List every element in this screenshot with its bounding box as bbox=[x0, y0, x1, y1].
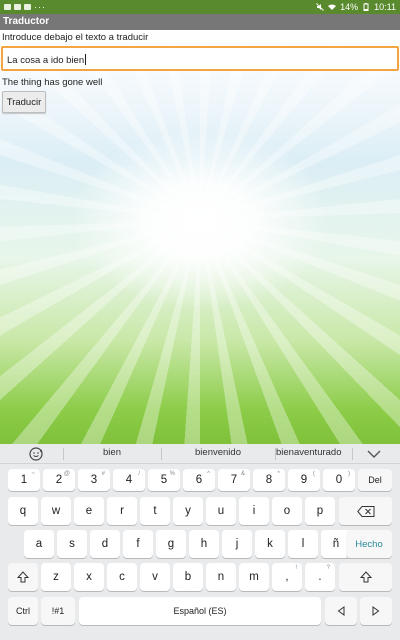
key-e[interactable]: e bbox=[74, 497, 104, 525]
input-text: La cosa a ido bien bbox=[7, 55, 85, 66]
key-j[interactable]: j bbox=[222, 530, 252, 558]
key-8[interactable]: 8 * bbox=[253, 469, 285, 491]
suggestion-1[interactable]: bien bbox=[64, 447, 160, 458]
suggestion-2[interactable]: bienvenido bbox=[162, 447, 274, 458]
key-g[interactable]: g bbox=[156, 530, 186, 558]
more-notifications-icon: ··· bbox=[34, 2, 46, 12]
key-5[interactable]: 5% bbox=[148, 469, 180, 491]
key-7[interactable]: 7 & bbox=[218, 469, 250, 491]
cursor-left-key[interactable] bbox=[325, 597, 357, 625]
shift-icon bbox=[359, 571, 372, 583]
key-q[interactable]: q bbox=[8, 497, 38, 525]
keyboard: bien bienvenido bienaventurado 1 ~ 2 @ 3 # … bbox=[0, 444, 400, 640]
translation-result: The thing has gone well bbox=[2, 77, 103, 88]
emoji-refresh-icon[interactable] bbox=[28, 446, 44, 462]
key-l[interactable]: l bbox=[288, 530, 318, 558]
key-0[interactable]: 0) bbox=[323, 469, 355, 491]
ctrl-key[interactable]: Ctrl bbox=[8, 597, 38, 625]
suggestion-3[interactable]: bienaventurado bbox=[276, 447, 342, 458]
key-p[interactable]: p bbox=[305, 497, 335, 525]
app-title: Traductor bbox=[0, 14, 400, 30]
symbols-key[interactable]: !#1 bbox=[41, 597, 75, 625]
arrow-right-icon bbox=[372, 606, 380, 616]
key-t[interactable]: t bbox=[140, 497, 170, 525]
key-comma[interactable]: ,! bbox=[272, 563, 302, 591]
key-b[interactable]: b bbox=[173, 563, 203, 591]
translate-button[interactable]: Traducir bbox=[2, 91, 46, 113]
key-3[interactable]: 3 # bbox=[78, 469, 110, 491]
key-k[interactable]: k bbox=[255, 530, 285, 558]
key-d[interactable]: d bbox=[90, 530, 120, 558]
key-a[interactable]: a bbox=[24, 530, 54, 558]
clock: 10:11 bbox=[374, 2, 396, 12]
key-o[interactable]: o bbox=[272, 497, 302, 525]
notification-icon bbox=[24, 4, 31, 10]
notification-icons: ··· bbox=[4, 2, 46, 12]
status-bar: ··· 14% 10:11 bbox=[0, 0, 400, 14]
shift-key-left[interactable] bbox=[8, 563, 38, 591]
instruction-label: Introduce debajo el texto a traducir bbox=[2, 32, 149, 43]
notification-icon bbox=[4, 4, 11, 10]
key-period[interactable]: .? bbox=[305, 563, 335, 591]
notification-icon bbox=[14, 4, 21, 10]
arrow-left-icon bbox=[337, 606, 345, 616]
key-f[interactable]: f bbox=[123, 530, 153, 558]
key-2[interactable]: 2 @ bbox=[43, 469, 75, 491]
chevron-down-icon[interactable] bbox=[366, 448, 382, 460]
key-i[interactable]: i bbox=[239, 497, 269, 525]
suggestion-bar: bien bienvenido bienaventurado bbox=[0, 444, 400, 464]
key-r[interactable]: r bbox=[107, 497, 137, 525]
key-v[interactable]: v bbox=[140, 563, 170, 591]
cursor-right-key[interactable] bbox=[360, 597, 392, 625]
done-key[interactable]: Hecho bbox=[346, 530, 392, 558]
key-9[interactable]: 9( bbox=[288, 469, 320, 491]
text-cursor bbox=[85, 54, 87, 65]
mute-icon bbox=[316, 3, 324, 11]
key-6[interactable]: 6 ^ bbox=[183, 469, 215, 491]
key-w[interactable]: w bbox=[41, 497, 71, 525]
key-z[interactable]: z bbox=[41, 563, 71, 591]
key-x[interactable]: x bbox=[74, 563, 104, 591]
key-4[interactable]: 4/ bbox=[113, 469, 145, 491]
key-h[interactable]: h bbox=[189, 530, 219, 558]
shift-key-right[interactable] bbox=[339, 563, 392, 591]
source-text-input[interactable]: La cosa a ido bien bbox=[1, 46, 399, 71]
key-y[interactable]: y bbox=[173, 497, 203, 525]
key-u[interactable]: u bbox=[206, 497, 236, 525]
key-1[interactable]: 1 ~ bbox=[8, 469, 40, 491]
key-s[interactable]: s bbox=[57, 530, 87, 558]
shift-icon bbox=[17, 571, 29, 583]
battery-percent: 14% bbox=[340, 2, 359, 12]
key-c[interactable]: c bbox=[107, 563, 137, 591]
key-n[interactable]: n bbox=[206, 563, 236, 591]
key-m[interactable]: m bbox=[239, 563, 269, 591]
space-key[interactable]: Español (ES) bbox=[79, 597, 321, 625]
backspace-key[interactable] bbox=[339, 497, 392, 525]
delete-key[interactable]: Del bbox=[358, 469, 392, 491]
battery-icon bbox=[363, 3, 369, 11]
backspace-icon bbox=[356, 505, 374, 517]
suggestion-divider bbox=[352, 448, 353, 460]
wifi-icon bbox=[328, 4, 337, 10]
main-content: Introduce debajo el texto a traducir La … bbox=[0, 30, 400, 444]
